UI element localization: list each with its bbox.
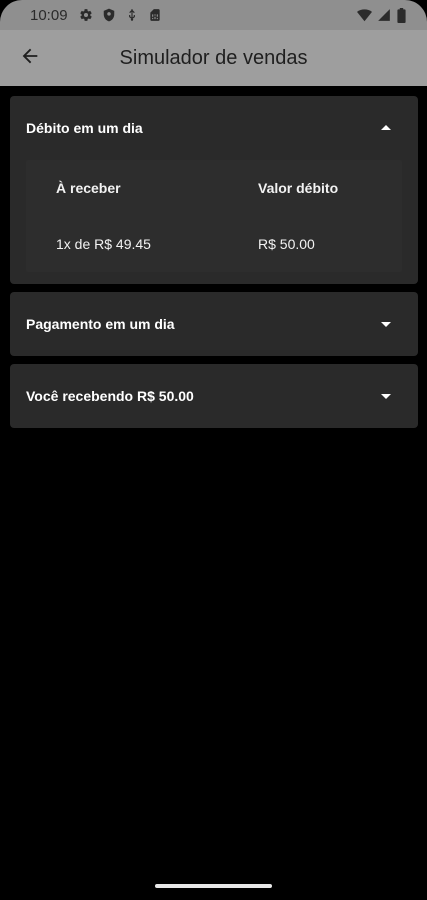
app-bar: Simulador de vendas	[0, 30, 427, 86]
panel-pagamento-title: Pagamento em um dia	[26, 316, 175, 332]
chevron-up-icon[interactable]	[374, 116, 398, 140]
shield-icon	[102, 8, 116, 22]
wifi-icon	[357, 8, 372, 22]
cell-signal-icon	[377, 8, 391, 22]
chevron-down-icon[interactable]	[374, 312, 398, 336]
sim-card-icon	[148, 8, 162, 22]
panel-voce-recebendo-title: Você recebendo R$ 50.00	[26, 388, 194, 404]
gear-icon	[79, 8, 93, 22]
column-header-a-receber: À receber	[56, 180, 121, 196]
panel-pagamento: Pagamento em um dia	[10, 292, 418, 356]
table-cell-value: R$ 50.00	[258, 236, 315, 252]
status-left: 10:09	[30, 7, 162, 24]
panel-debito-title: Débito em um dia	[26, 120, 143, 136]
phone-screen: 10:09 Simulador de vendas Débito em um d…	[0, 0, 427, 900]
content-area: Débito em um dia À receber Valor débito …	[10, 96, 418, 436]
status-right	[357, 8, 411, 23]
home-indicator[interactable]	[155, 884, 272, 888]
page-title: Simulador de vendas	[119, 46, 308, 69]
panel-voce-recebendo-header[interactable]: Você recebendo R$ 50.00	[10, 364, 418, 428]
arrow-left-icon	[19, 45, 41, 72]
chevron-down-icon[interactable]	[374, 384, 398, 408]
receivables-table: À receber Valor débito 1x de R$ 49.45 R$…	[26, 160, 402, 272]
panel-pagamento-header[interactable]: Pagamento em um dia	[10, 292, 418, 356]
back-button[interactable]	[0, 30, 60, 86]
panel-debito-body: À receber Valor débito 1x de R$ 49.45 R$…	[10, 160, 418, 284]
table-row: 1x de R$ 49.45 R$ 50.00	[26, 216, 402, 272]
table-cell-installment: 1x de R$ 49.45	[56, 236, 151, 252]
panel-voce-recebendo: Você recebendo R$ 50.00	[10, 364, 418, 428]
usb-icon	[125, 8, 139, 22]
column-header-valor-debito: Valor débito	[258, 180, 339, 196]
status-time: 10:09	[30, 6, 68, 24]
battery-icon	[397, 8, 411, 23]
panel-debito: Débito em um dia À receber Valor débito …	[10, 96, 418, 284]
table-header-row: À receber Valor débito	[26, 160, 402, 216]
status-bar: 10:09	[0, 0, 427, 30]
panel-debito-header[interactable]: Débito em um dia	[10, 96, 418, 160]
